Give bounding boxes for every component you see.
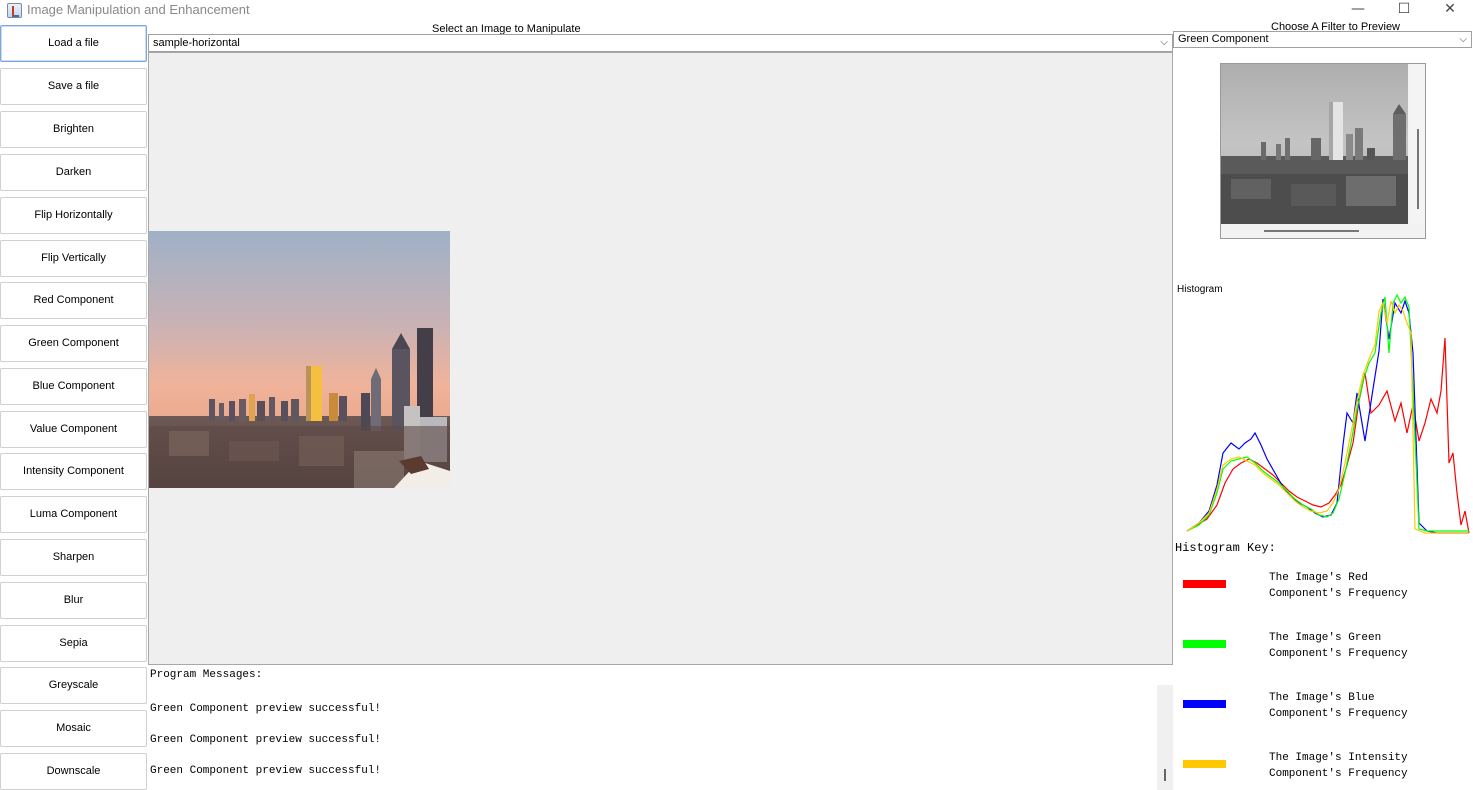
preview-greyscale-image [1221, 64, 1408, 224]
city-skyline-image [149, 231, 450, 488]
java-app-icon [7, 3, 22, 18]
messages-scrollbar[interactable] [1157, 685, 1173, 790]
flip-vertically-button[interactable]: Flip Vertically [0, 240, 147, 277]
intensity-key-text: The Image's Intensity Component's Freque… [1269, 750, 1469, 782]
flip-horizontally-button[interactable]: Flip Horizontally [0, 197, 147, 234]
key-line: The Image's Blue [1269, 692, 1375, 704]
histogram-key-title: Histogram Key: [1175, 541, 1276, 555]
chevron-down-icon: ⌵ [1459, 34, 1467, 45]
key-line: The Image's Intensity [1269, 752, 1408, 764]
key-line: The Image's Red [1269, 572, 1369, 584]
program-messages-title: Program Messages: [150, 669, 263, 681]
histogram-green-line [1186, 293, 1469, 532]
key-line: Component's Frequency [1269, 648, 1408, 660]
message-line: Green Component preview successful! [150, 734, 382, 746]
histogram-chart [1186, 293, 1470, 534]
selected-image-value: sample-horizontal [153, 37, 240, 49]
program-messages-panel: Program Messages: Green Component previe… [148, 665, 1173, 790]
blue-swatch [1183, 700, 1226, 708]
window-title: Image Manipulation and Enhancement [27, 2, 250, 17]
green-swatch [1183, 640, 1226, 648]
key-line: Component's Frequency [1269, 588, 1408, 600]
preview-horizontal-scrollbar-thumb[interactable] [1264, 230, 1359, 232]
key-line: Component's Frequency [1269, 708, 1408, 720]
operations-panel: Load a file Save a file Brighten Darken … [0, 22, 148, 790]
intensity-component-button[interactable]: Intensity Component [0, 453, 147, 490]
blue-component-button[interactable]: Blue Component [0, 368, 147, 405]
preview-vertical-scrollbar[interactable] [1409, 64, 1425, 224]
selected-filter-value: Green Component [1178, 33, 1269, 45]
maximize-icon[interactable]: ☐ [1381, 0, 1427, 22]
message-line: Green Component preview successful! [150, 703, 382, 715]
green-component-button[interactable]: Green Component [0, 325, 147, 362]
value-component-button[interactable]: Value Component [0, 411, 147, 448]
red-swatch [1183, 580, 1226, 588]
preview-vertical-scrollbar-thumb[interactable] [1417, 129, 1419, 209]
red-component-button[interactable]: Red Component [0, 282, 147, 319]
darken-button[interactable]: Darken [0, 154, 147, 191]
load-file-button[interactable]: Load a file [0, 25, 147, 62]
minimize-icon[interactable]: — [1335, 0, 1381, 22]
save-file-button[interactable]: Save a file [0, 68, 147, 105]
key-line: The Image's Green [1269, 632, 1382, 644]
luma-component-button[interactable]: Luma Component [0, 496, 147, 533]
key-line: Component's Frequency [1269, 768, 1408, 780]
intensity-swatch [1183, 760, 1226, 768]
image-canvas[interactable] [148, 52, 1173, 665]
filter-preview-pane[interactable] [1220, 63, 1426, 239]
filter-select-dropdown[interactable]: Green Component ⌵ [1173, 31, 1472, 48]
sepia-button[interactable]: Sepia [0, 625, 147, 662]
sharpen-button[interactable]: Sharpen [0, 539, 147, 576]
close-icon[interactable]: ✕ [1427, 0, 1473, 22]
brighten-button[interactable]: Brighten [0, 111, 147, 148]
red-key-text: The Image's Red Component's Frequency [1269, 570, 1469, 602]
downscale-button[interactable]: Downscale [0, 753, 147, 790]
title-bar: Image Manipulation and Enhancement — ☐ ✕ [0, 0, 1473, 22]
chevron-down-icon: ⌵ [1160, 37, 1168, 48]
image-select-dropdown[interactable]: sample-horizontal ⌵ [148, 34, 1173, 52]
blue-key-text: The Image's Blue Component's Frequency [1269, 690, 1469, 722]
messages-scrollbar-thumb[interactable] [1164, 769, 1166, 781]
blur-button[interactable]: Blur [0, 582, 147, 619]
greyscale-button[interactable]: Greyscale [0, 667, 147, 704]
histogram-red-line [1186, 337, 1470, 534]
green-key-text: The Image's Green Component's Frequency [1269, 630, 1469, 662]
message-line: Green Component preview successful! [150, 765, 382, 777]
mosaic-button[interactable]: Mosaic [0, 710, 147, 747]
